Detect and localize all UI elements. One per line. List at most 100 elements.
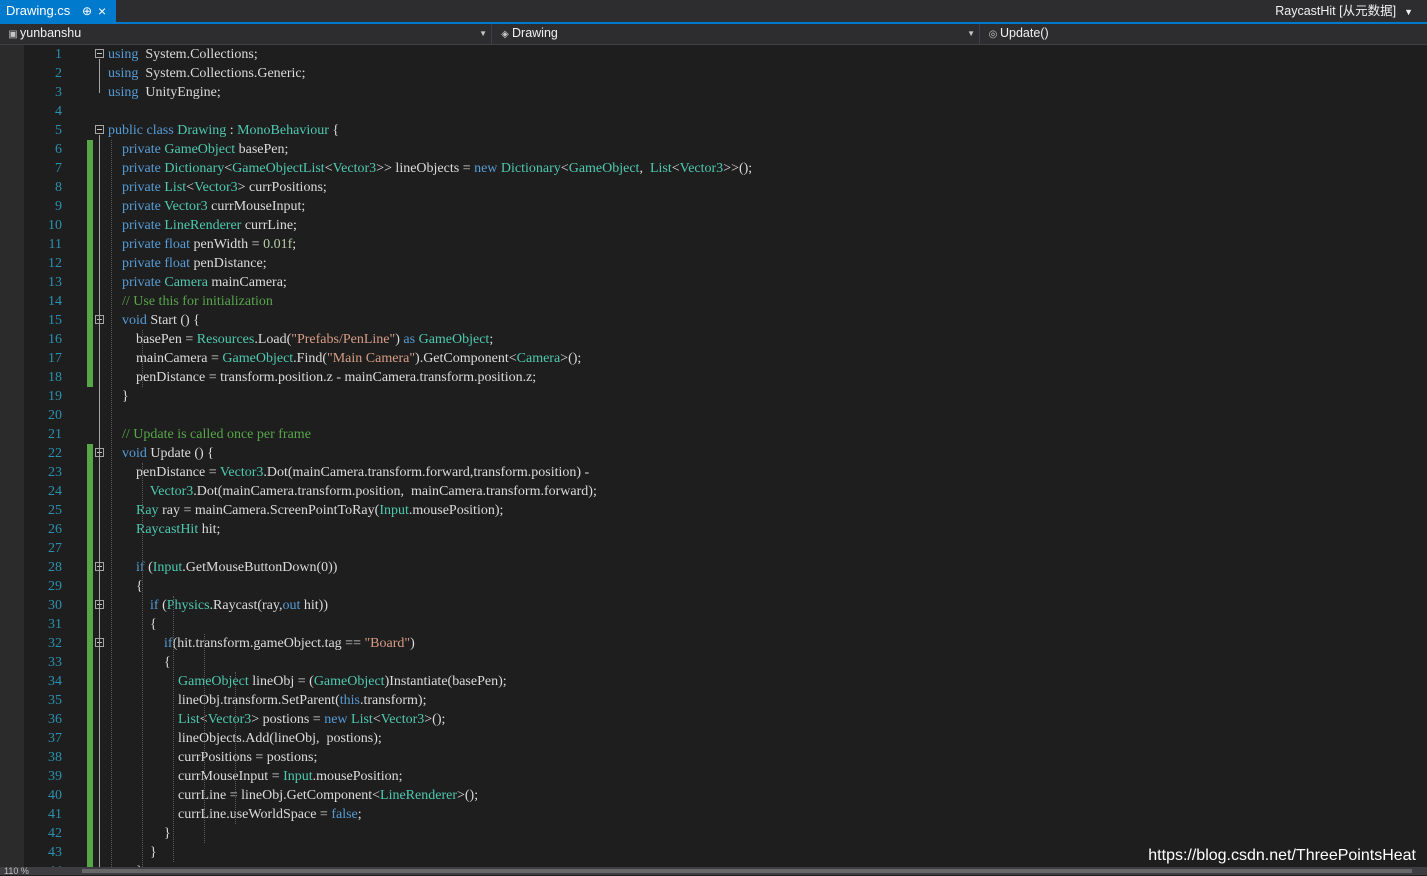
class-dropdown[interactable]: ◈ Drawing ▼ — [494, 24, 980, 44]
code-line[interactable]: 1 using System.Collections; — [0, 45, 1427, 64]
code-line[interactable]: 25 Ray ray = mainCamera.ScreenPointToRay… — [0, 501, 1427, 520]
line-number: 28 — [48, 560, 62, 575]
code-line[interactable]: 14 // Use this for initialization — [0, 292, 1427, 311]
scrollbar-thumb[interactable] — [82, 869, 1412, 873]
code-line[interactable]: 2 using System.Collections.Generic; — [0, 64, 1427, 83]
line-number: 26 — [48, 522, 62, 537]
code-token: currMouseInput = — [108, 769, 284, 784]
code-line[interactable]: 27 — [0, 539, 1427, 558]
code-token: Vector3 — [164, 199, 208, 214]
code-line[interactable]: 26 RaycastHit hit; — [0, 520, 1427, 539]
code-line[interactable]: 42 } — [0, 824, 1427, 843]
close-icon[interactable]: × — [98, 0, 106, 22]
code-text: if(hit.transform.gameObject.tag == "Boar… — [108, 634, 415, 653]
code-token: } — [108, 826, 171, 841]
code-line[interactable]: 34 GameObject lineObj = (GameObject)Inst… — [0, 672, 1427, 691]
code-text: currMouseInput = Input.mousePosition; — [108, 767, 403, 786]
code-line[interactable]: 17 mainCamera = GameObject.Find("Main Ca… — [0, 349, 1427, 368]
chevron-down-icon[interactable]: ▼ — [967, 24, 975, 43]
code-line[interactable]: 19 } — [0, 387, 1427, 406]
code-line[interactable]: 18 penDistance = transform.position.z - … — [0, 368, 1427, 387]
code-line[interactable]: 28 if (Input.GetMouseButtonDown(0)) — [0, 558, 1427, 577]
metadata-tab-title[interactable]: RaycastHit [从元数据] ▼ — [1275, 0, 1413, 22]
code-line[interactable]: 9 private Vector3 currMouseInput; — [0, 197, 1427, 216]
code-line[interactable]: 21 // Update is called once per frame — [0, 425, 1427, 444]
chevron-down-icon[interactable]: ▼ — [1404, 7, 1413, 17]
code-line[interactable]: 30 if (Physics.Raycast(ray,out hit)) — [0, 596, 1427, 615]
code-line[interactable]: 36 List<Vector3> postions = new List<Vec… — [0, 710, 1427, 729]
code-token: new — [474, 161, 501, 176]
code-line[interactable]: 37 lineObjects.Add(lineObj, postions); — [0, 729, 1427, 748]
code-line[interactable]: 24 Vector3.Dot(mainCamera.transform.posi… — [0, 482, 1427, 501]
code-line[interactable]: 5 public class Drawing : MonoBehaviour { — [0, 121, 1427, 140]
code-text: private float penWidth = 0.01f; — [108, 235, 296, 254]
code-text: { — [108, 653, 171, 672]
outline-line — [99, 325, 100, 397]
code-token: mainCamera = — [108, 351, 223, 366]
code-line[interactable]: 4 — [0, 102, 1427, 121]
member-dropdown[interactable]: ◎ Update() — [982, 24, 1427, 44]
code-token: < — [372, 712, 381, 727]
line-number: 10 — [48, 218, 62, 233]
code-line[interactable]: 11 private float penWidth = 0.01f; — [0, 235, 1427, 254]
code-editor[interactable]: 1 using System.Collections; 2 using System.… — [0, 45, 1427, 867]
code-line[interactable]: 8 private List<Vector3> currPositions; — [0, 178, 1427, 197]
zoom-level[interactable]: 110 % — [4, 867, 29, 876]
line-number: 22 — [48, 446, 62, 461]
code-line[interactable]: 12 private float penDistance; — [0, 254, 1427, 273]
code-line[interactable]: 7 private Dictionary<GameObjectList<Vect… — [0, 159, 1427, 178]
code-text: private LineRenderer currLine; — [108, 216, 297, 235]
code-line[interactable]: 32 if(hit.transform.gameObject.tag == "B… — [0, 634, 1427, 653]
code-line[interactable]: 3 using UnityEngine; — [0, 83, 1427, 102]
code-line[interactable]: 35 lineObj.transform.SetParent(this.tran… — [0, 691, 1427, 710]
code-line[interactable]: 40 currLine = lineObj.GetComponent<LineR… — [0, 786, 1427, 805]
code-token: "Board" — [364, 636, 411, 651]
code-line[interactable]: 39 currMouseInput = Input.mousePosition; — [0, 767, 1427, 786]
code-line[interactable]: 22 void Update () { — [0, 444, 1427, 463]
tab-drawing-cs[interactable]: Drawing.cs ⊕ × — [0, 0, 116, 22]
code-text: mainCamera = GameObject.Find("Main Camer… — [108, 349, 581, 368]
code-token: .Load( — [254, 332, 292, 347]
code-line[interactable]: 23 penDistance = Vector3.Dot(mainCamera.… — [0, 463, 1427, 482]
code-line[interactable]: 33 { — [0, 653, 1427, 672]
line-number: 15 — [48, 313, 62, 328]
navigation-bar: ▣ yunbanshu ▼ ◈ Drawing ▼ ◎ Update() — [0, 24, 1427, 45]
code-line[interactable]: 41 currLine.useWorldSpace = false; — [0, 805, 1427, 824]
code-text: private Dictionary<GameObjectList<Vector… — [108, 159, 752, 178]
code-text: currLine = lineObj.GetComponent<LineRend… — [108, 786, 478, 805]
code-line[interactable]: 29 { — [0, 577, 1427, 596]
line-number: 17 — [48, 351, 62, 366]
outline-line — [99, 59, 100, 93]
code-text: if (Physics.Raycast(ray,out hit)) — [108, 596, 328, 615]
pin-icon[interactable]: ⊕ — [82, 0, 92, 22]
line-number: 19 — [48, 389, 62, 404]
code-token: >(); — [560, 351, 582, 366]
code-line[interactable]: 20 — [0, 406, 1427, 425]
project-dropdown[interactable]: ▣ yunbanshu ▼ — [0, 24, 492, 44]
code-line[interactable]: 16 basePen = Resources.Load("Prefabs/Pen… — [0, 330, 1427, 349]
code-token: GameObject — [222, 351, 294, 366]
code-line[interactable]: 13 private Camera mainCamera; — [0, 273, 1427, 292]
chevron-down-icon[interactable]: ▼ — [479, 24, 487, 43]
code-token: ; — [489, 332, 494, 347]
line-number: 32 — [48, 636, 62, 651]
code-line[interactable]: 15 void Start () { — [0, 311, 1427, 330]
code-token: Dictionary — [500, 161, 561, 176]
code-line[interactable]: 10 private LineRenderer currLine; — [0, 216, 1427, 235]
code-token: System.Collections; — [138, 47, 258, 62]
code-text: currPositions = postions; — [108, 748, 317, 767]
collapse-icon[interactable] — [95, 49, 104, 58]
code-token: .mousePosition); — [408, 503, 504, 518]
code-token: { — [328, 123, 340, 138]
code-text: penDistance = Vector3.Dot(mainCamera.tra… — [108, 463, 589, 482]
change-indicator — [87, 235, 93, 254]
line-number: 40 — [48, 788, 62, 803]
line-number: 5 — [55, 123, 62, 138]
change-indicator — [87, 691, 93, 710]
collapse-icon[interactable] — [95, 125, 104, 134]
code-line[interactable]: 31 { — [0, 615, 1427, 634]
code-token: basePen; — [235, 142, 289, 157]
code-line[interactable]: 6 private GameObject basePen; — [0, 140, 1427, 159]
code-line[interactable]: 38 currPositions = postions; — [0, 748, 1427, 767]
